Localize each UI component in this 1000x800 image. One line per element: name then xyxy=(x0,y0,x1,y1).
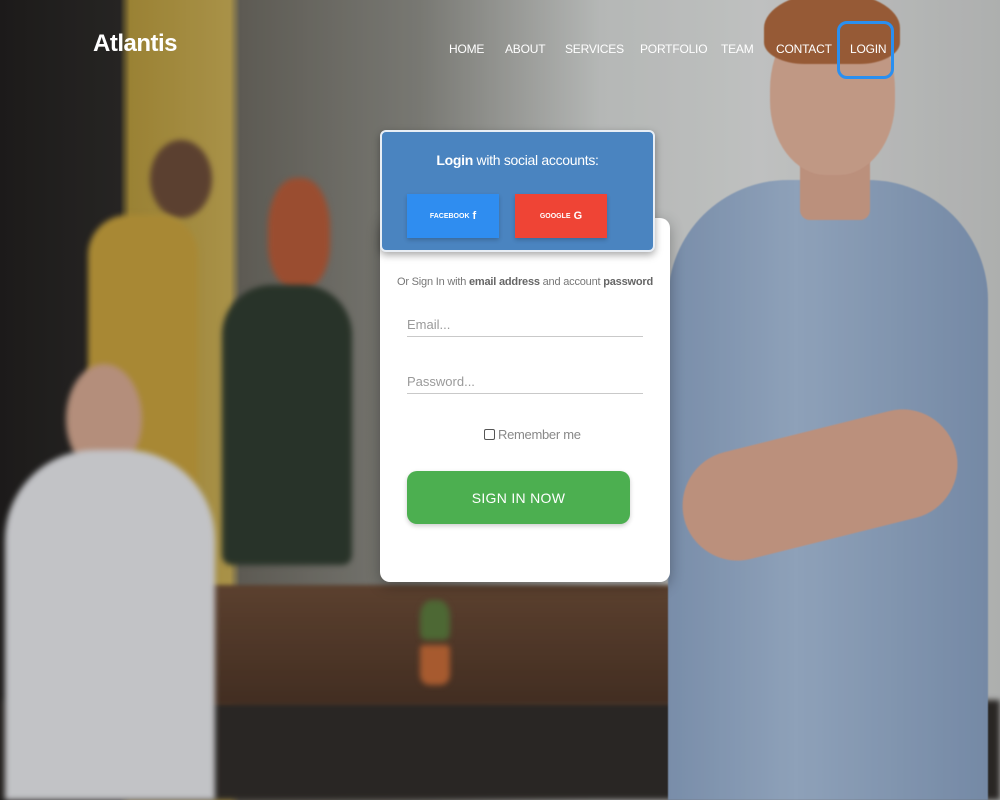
facebook-icon: f xyxy=(472,210,477,222)
social-login-title: Login with social accounts: xyxy=(436,152,599,168)
top-navigation: Atlantis HOME ABOUT SERVICES PORTFOLIO T… xyxy=(0,0,1000,100)
remember-me[interactable]: Remember me xyxy=(484,427,581,442)
remember-checkbox[interactable] xyxy=(484,429,495,440)
social-login-header: Login with social accounts: FACEBOOK f G… xyxy=(380,130,655,252)
facebook-login-button[interactable]: FACEBOOK f xyxy=(407,194,499,238)
google-label: GOOGLE xyxy=(539,212,571,220)
nav-login[interactable]: LOGIN xyxy=(850,42,887,56)
google-login-button[interactable]: GOOGLE G xyxy=(515,194,607,238)
sign-in-button[interactable]: SIGN IN NOW xyxy=(407,471,630,524)
password-input[interactable] xyxy=(407,370,643,394)
google-icon: G xyxy=(573,210,583,222)
nav-services[interactable]: SERVICES xyxy=(565,42,624,56)
login-card xyxy=(380,218,670,582)
nav-home[interactable]: HOME xyxy=(449,42,484,56)
email-input[interactable] xyxy=(407,313,643,337)
nav-about[interactable]: ABOUT xyxy=(505,42,546,56)
remember-label: Remember me xyxy=(498,427,581,442)
nav-contact[interactable]: CONTACT xyxy=(776,42,832,56)
nav-team[interactable]: TEAM xyxy=(721,42,754,56)
sign-in-hint: Or Sign In with email address and accoun… xyxy=(397,276,653,288)
nav-portfolio[interactable]: PORTFOLIO xyxy=(640,42,708,56)
facebook-label: FACEBOOK xyxy=(429,212,470,220)
brand-logo[interactable]: Atlantis xyxy=(93,30,178,58)
